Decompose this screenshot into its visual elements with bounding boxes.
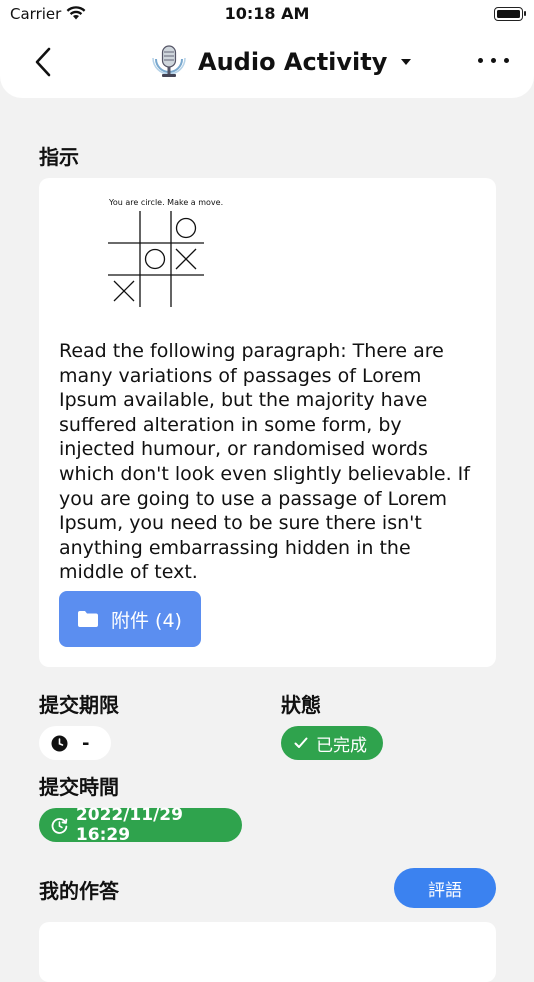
- instructions-heading: 指示: [39, 145, 79, 169]
- instructions-card: You are circle. Make a move. Read the fo…: [39, 178, 496, 667]
- status-bar: Carrier 10:18 AM: [0, 0, 534, 28]
- deadline-heading: 提交期限: [39, 693, 119, 717]
- clock-time: 10:18 AM: [224, 4, 310, 23]
- instructions-paragraph: Read the following paragraph: There are …: [59, 340, 470, 584]
- comment-button[interactable]: 評語: [394, 868, 496, 908]
- tic-tac-toe-caption: You are circle. Make a move.: [109, 198, 224, 207]
- status-badge: 已完成: [281, 726, 383, 760]
- top-navigation-bar: Carrier 10:18 AM Audio Activity: [0, 0, 534, 98]
- my-answer-heading: 我的作答: [39, 879, 119, 903]
- my-answer-card: [39, 922, 496, 982]
- checkmark-icon: [294, 737, 308, 748]
- attachments-label: 附件 (4): [111, 609, 182, 632]
- status-value: 已完成: [316, 735, 367, 756]
- deadline-badge: -: [39, 726, 111, 760]
- more-options-icon[interactable]: [478, 58, 510, 66]
- title-dropdown[interactable]: Audio Activity: [150, 42, 412, 82]
- status-heading: 狀態: [281, 693, 321, 717]
- microphone-icon: [152, 45, 186, 77]
- page-title: Audio Activity: [198, 48, 388, 76]
- battery-icon: [494, 7, 526, 21]
- back-chevron-icon[interactable]: [30, 45, 60, 79]
- clock-icon: [51, 735, 68, 751]
- submit-time-value: 2022/11/29 16:29: [75, 805, 183, 845]
- attachments-button[interactable]: 附件 (4): [59, 591, 201, 647]
- tic-tac-toe-image: [108, 211, 204, 307]
- deadline-value: -: [82, 732, 90, 754]
- caret-down-icon: [401, 59, 412, 65]
- history-clock-icon: [51, 817, 68, 834]
- folder-icon: [78, 611, 98, 627]
- submit-time-badge: 2022/11/29 16:29: [39, 805, 242, 845]
- submit-time-heading: 提交時間: [39, 775, 119, 799]
